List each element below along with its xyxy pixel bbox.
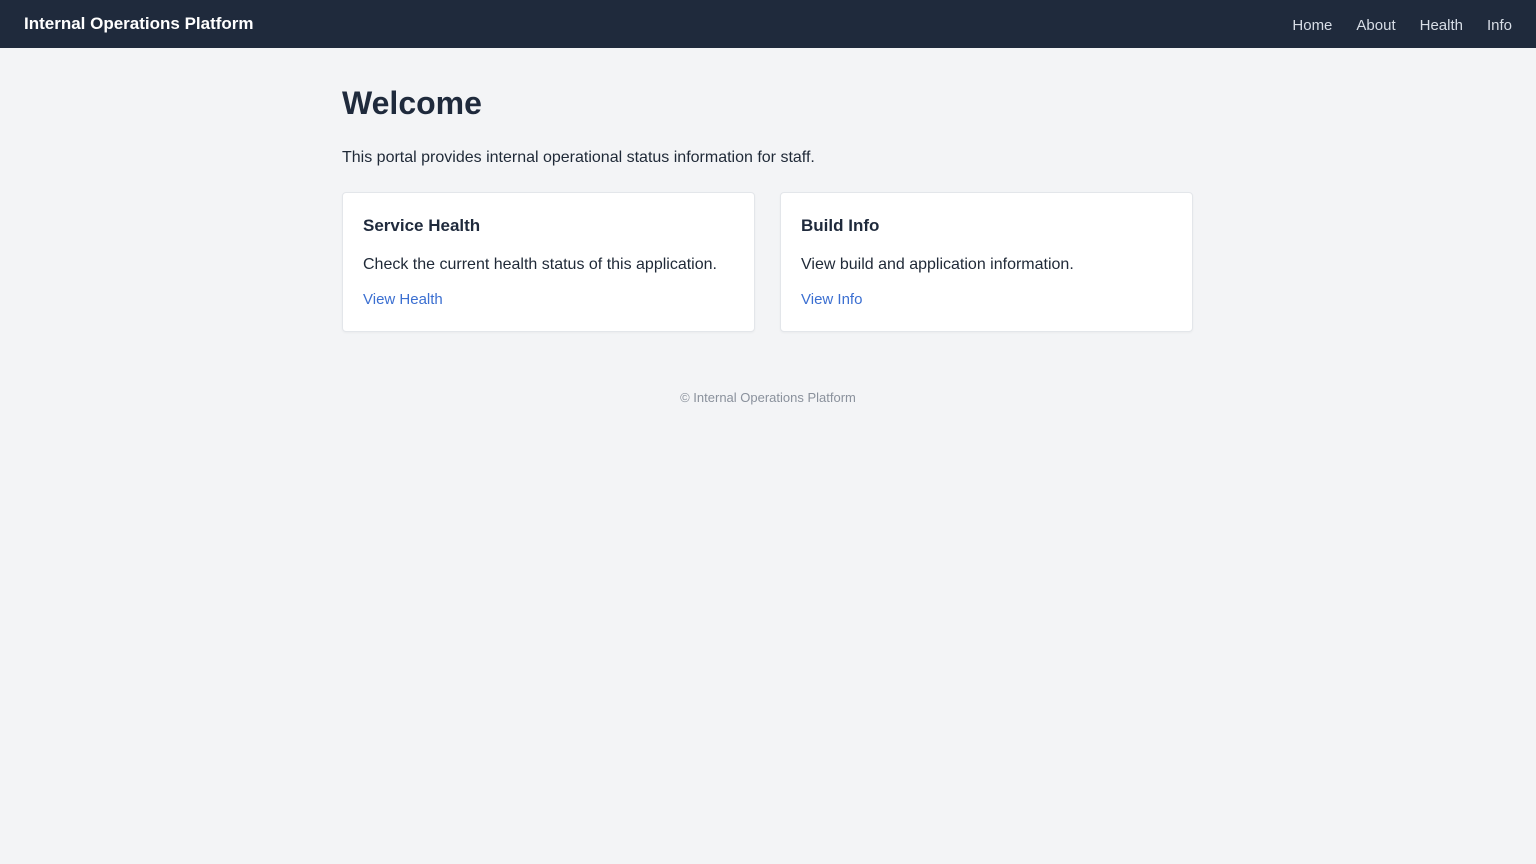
- page-title: Welcome: [342, 85, 482, 121]
- brand-link[interactable]: Internal Operations Platform: [24, 14, 254, 34]
- top-navbar: Internal Operations Platform Home About …: [0, 0, 1536, 48]
- service-health-card: Service Health Check the current health …: [342, 192, 755, 332]
- nav-link-health[interactable]: Health: [1420, 17, 1463, 34]
- card-description: Check the current health status of this …: [363, 256, 717, 273]
- view-info-link[interactable]: View Info: [801, 291, 862, 308]
- footer-text: © Internal Operations Platform: [680, 390, 856, 405]
- card-title: Service Health: [363, 216, 481, 235]
- build-info-card: Build Info View build and application in…: [780, 192, 1193, 332]
- nav-link-home[interactable]: Home: [1292, 17, 1332, 34]
- card-grid: Service Health Check the current health …: [342, 192, 1194, 332]
- nav-link-info[interactable]: Info: [1487, 17, 1512, 34]
- card-description: View build and application information.: [801, 256, 1074, 273]
- footer: © Internal Operations Platform: [342, 390, 1194, 405]
- view-health-link[interactable]: View Health: [363, 291, 443, 308]
- intro-text: This portal provides internal operationa…: [342, 149, 815, 166]
- main-content: Welcome This portal provides internal op…: [342, 48, 1194, 405]
- nav-link-about[interactable]: About: [1356, 17, 1395, 34]
- card-title: Build Info: [801, 216, 880, 235]
- nav-links: Home About Health Info: [1292, 17, 1512, 34]
